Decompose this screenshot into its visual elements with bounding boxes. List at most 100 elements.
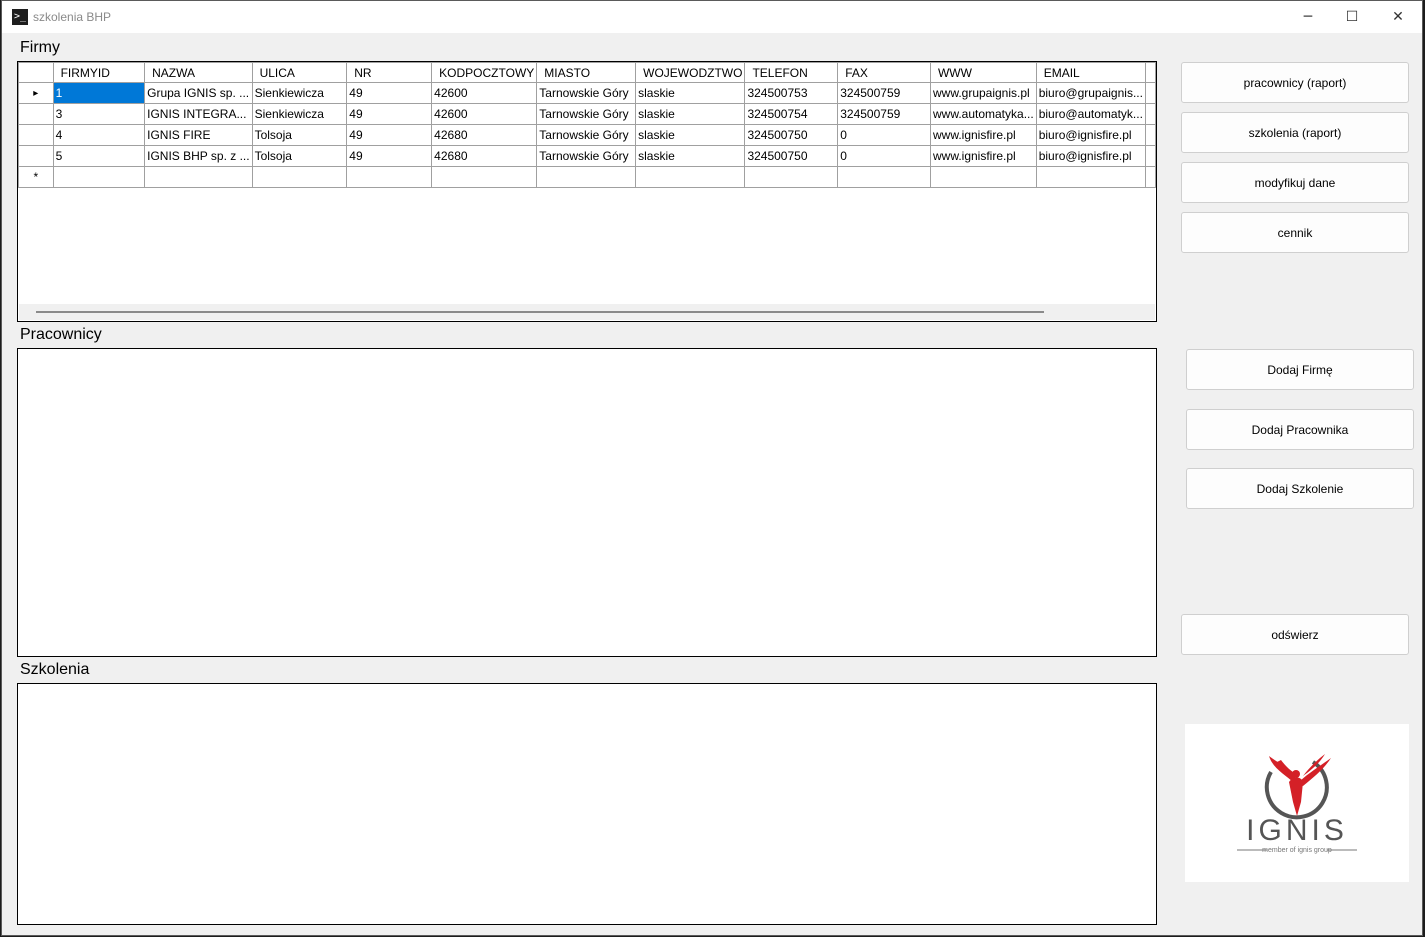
new-row-cell[interactable] <box>1035 166 1147 188</box>
new-row-cell[interactable] <box>144 166 253 188</box>
close-button[interactable]: ✕ <box>1375 1 1421 33</box>
table-cell-wojewodztwo[interactable]: slaskie <box>635 124 746 146</box>
column-header-ulica[interactable]: ULICA <box>251 62 348 83</box>
table-cell-telefon[interactable]: 324500754 <box>744 103 839 125</box>
odswiez-button[interactable]: odświerz <box>1181 614 1409 655</box>
table-cell-kodpocztowy[interactable]: 42680 <box>431 145 538 167</box>
row-header[interactable] <box>18 103 54 125</box>
new-row-cell[interactable] <box>431 166 538 188</box>
pracownicy-grid[interactable] <box>17 348 1157 657</box>
table-cell-email[interactable]: biuro@ignisfire.pl <box>1035 124 1147 146</box>
table-row[interactable]: 4 IGNIS FIRE Tolsoja 49 42680 Tarnowskie Góry… <box>18 124 1156 146</box>
horizontal-scrollbar[interactable] <box>19 304 1155 320</box>
column-header-email[interactable]: EMAIL <box>1035 62 1147 83</box>
ignis-logo-graphic: IGNIS member of ignis group <box>1237 754 1357 854</box>
table-cell-telefon[interactable]: 324500753 <box>744 82 839 104</box>
szkolenia-raport-button[interactable]: szkolenia (raport) <box>1181 112 1409 153</box>
modyfikuj-dane-button[interactable]: modyfikuj dane <box>1181 162 1409 203</box>
table-cell-fax[interactable]: 0 <box>837 124 931 146</box>
column-header-nr[interactable]: NR <box>346 62 433 83</box>
new-row-cell[interactable] <box>251 166 348 188</box>
cennik-button[interactable]: cennik <box>1181 212 1409 253</box>
table-cell-ulica[interactable]: Sienkiewicza <box>251 82 348 104</box>
table-cell-telefon[interactable]: 324500750 <box>744 124 839 146</box>
new-row-cell[interactable] <box>346 166 433 188</box>
table-cell-filler <box>1145 124 1156 146</box>
column-header-www[interactable]: WWW <box>929 62 1037 83</box>
new-row-cell[interactable] <box>635 166 746 188</box>
maximize-button[interactable]: ☐ <box>1329 1 1375 33</box>
table-row[interactable]: 5 IGNIS BHP sp. z ... Tolsoja 49 42680 Tarnow… <box>18 145 1156 167</box>
table-cell-ulica[interactable]: Tolsoja <box>251 124 348 146</box>
table-cell-firmyid[interactable]: 3 <box>52 103 146 125</box>
table-cell-www[interactable]: www.ignisfire.pl <box>929 145 1037 167</box>
column-header-telefon[interactable]: TELEFON <box>744 62 839 83</box>
row-header[interactable] <box>18 124 54 146</box>
table-cell-kodpocztowy[interactable]: 42680 <box>431 124 538 146</box>
table-cell-ulica[interactable]: Tolsoja <box>251 145 348 167</box>
new-row-cell[interactable] <box>837 166 931 188</box>
minimize-button[interactable]: ─ <box>1285 1 1331 33</box>
table-cell-fax[interactable]: 0 <box>837 145 931 167</box>
table-cell-nr[interactable]: 49 <box>346 124 433 146</box>
column-header-miasto[interactable]: MIASTO <box>536 62 637 83</box>
table-cell-firmyid[interactable]: 4 <box>52 124 146 146</box>
table-cell-fax[interactable]: 324500759 <box>837 103 931 125</box>
table-cell-email[interactable]: biuro@automatyk... <box>1035 103 1147 125</box>
table-cell-nazwa[interactable]: IGNIS BHP sp. z ... <box>144 145 253 167</box>
table-cell-www[interactable]: www.ignisfire.pl <box>929 124 1037 146</box>
table-cell-wojewodztwo[interactable]: slaskie <box>635 103 746 125</box>
table-cell-kodpocztowy[interactable]: 42600 <box>431 82 538 104</box>
szkolenia-grid[interactable] <box>17 683 1157 925</box>
table-cell-miasto[interactable]: Tarnowskie Góry <box>536 103 637 125</box>
table-cell-email[interactable]: biuro@ignisfire.pl <box>1035 145 1147 167</box>
main-window: >_ szkolenia BHP ─ ☐ ✕ Firmy FIRMYID NAZW… <box>1 0 1423 936</box>
table-cell-kodpocztowy[interactable]: 42600 <box>431 103 538 125</box>
table-cell-firmyid[interactable]: 5 <box>52 145 146 167</box>
table-row[interactable]: ▸ 1 Grupa IGNIS sp. ... Sienkiewicza 49 42600… <box>18 82 1156 104</box>
table-cell-nazwa[interactable]: IGNIS INTEGRA... <box>144 103 253 125</box>
table-cell-miasto[interactable]: Tarnowskie Góry <box>536 124 637 146</box>
logo-tagline: member of ignis group <box>1262 847 1332 854</box>
pracownicy-raport-button[interactable]: pracownicy (raport) <box>1181 62 1409 103</box>
grid-header-row: FIRMYID NAZWA ULICA NR KODPOCZTOWY MIASTO WOJE… <box>18 62 1156 83</box>
table-cell-filler <box>1145 145 1156 167</box>
column-header-nazwa[interactable]: NAZWA <box>144 62 253 83</box>
new-row-cell[interactable] <box>52 166 146 188</box>
table-cell-firmyid[interactable]: 1 <box>52 82 146 104</box>
table-cell-email[interactable]: biuro@grupaignis... <box>1035 82 1147 104</box>
new-row-cell[interactable] <box>1145 166 1156 188</box>
scrollbar-thumb[interactable] <box>36 311 1044 313</box>
table-cell-wojewodztwo[interactable]: slaskie <box>635 82 746 104</box>
new-row-marker[interactable]: * <box>18 166 54 188</box>
column-header-firmyid[interactable]: FIRMYID <box>52 62 146 83</box>
firmy-grid[interactable]: FIRMYID NAZWA ULICA NR KODPOCZTOWY MIASTO WOJE… <box>17 61 1157 322</box>
new-row[interactable]: * <box>18 166 1156 188</box>
table-cell-fax[interactable]: 324500759 <box>837 82 931 104</box>
table-cell-nazwa[interactable]: IGNIS FIRE <box>144 124 253 146</box>
table-cell-nr[interactable]: 49 <box>346 145 433 167</box>
new-row-cell[interactable] <box>929 166 1037 188</box>
table-cell-wojewodztwo[interactable]: slaskie <box>635 145 746 167</box>
table-cell-nr[interactable]: 49 <box>346 103 433 125</box>
row-header[interactable]: ▸ <box>18 82 54 104</box>
column-header-wojewodztwo[interactable]: WOJEWODZTWO <box>635 62 746 83</box>
table-cell-miasto[interactable]: Tarnowskie Góry <box>536 82 637 104</box>
table-cell-telefon[interactable]: 324500750 <box>744 145 839 167</box>
dodaj-szkolenie-button[interactable]: Dodaj Szkolenie <box>1186 468 1414 509</box>
table-cell-www[interactable]: www.automatyka... <box>929 103 1037 125</box>
new-row-cell[interactable] <box>536 166 637 188</box>
dodaj-firme-button[interactable]: Dodaj Firmę <box>1186 349 1414 390</box>
column-header-fax[interactable]: FAX <box>837 62 931 83</box>
table-cell-miasto[interactable]: Tarnowskie Góry <box>536 145 637 167</box>
dodaj-pracownika-button[interactable]: Dodaj Pracownika <box>1186 409 1414 450</box>
table-cell-www[interactable]: www.grupaignis.pl <box>929 82 1037 104</box>
new-row-cell[interactable] <box>744 166 839 188</box>
table-cell-nr[interactable]: 49 <box>346 82 433 104</box>
table-cell-nazwa[interactable]: Grupa IGNIS sp. ... <box>144 82 253 104</box>
row-header[interactable] <box>18 145 54 167</box>
firmy-label: Firmy <box>20 39 60 56</box>
table-row[interactable]: 3 IGNIS INTEGRA... Sienkiewicza 49 42600 Tarn… <box>18 103 1156 125</box>
table-cell-ulica[interactable]: Sienkiewicza <box>251 103 348 125</box>
column-header-kodpocztowy[interactable]: KODPOCZTOWY <box>431 62 538 83</box>
